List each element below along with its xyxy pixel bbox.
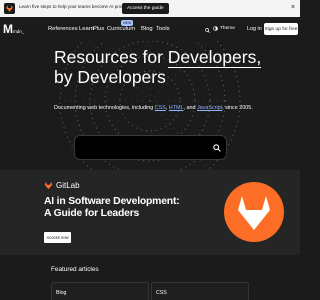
hero-title-prefix: Resources for <box>54 47 168 67</box>
article-card-label: Blog <box>56 290 67 296</box>
access-now-button[interactable]: Access now <box>44 232 71 243</box>
featured-title: Featured articles <box>51 266 99 273</box>
hero-title-line-2: by Developers <box>54 67 166 87</box>
gitlab-tanuki-icon <box>224 182 284 242</box>
nav-item-tools[interactable]: Tools <box>156 26 170 32</box>
logo-text: mdn_ <box>13 29 25 34</box>
gitlab-logo-icon <box>4 3 15 14</box>
article-card-css[interactable]: CSS <box>151 282 249 300</box>
nav-item-learn[interactable]: Learn <box>79 26 94 32</box>
hero-subtitle: Documenting web technologies, including … <box>54 105 253 111</box>
hero-title-line-1: Resources for Developers, <box>54 47 262 68</box>
nav-item-references[interactable]: References <box>48 26 78 32</box>
theme-label: Theme <box>220 26 235 31</box>
nav-item-blog[interactable]: Blog <box>141 26 153 32</box>
hero-subtitle-prefix: Documenting web technologies, including <box>54 105 155 111</box>
nav-item-curriculum[interactable]: Curriculum <box>107 26 135 32</box>
ad-title-line-1: AI in Software Development: <box>44 196 180 207</box>
featured-articles-section: Featured articles Blog CSS <box>0 255 300 300</box>
promo-banner: Learn five steps to help your teams beco… <box>0 0 300 17</box>
theme-icon <box>213 26 218 31</box>
new-badge: NEW <box>121 20 134 26</box>
hero-section: Resources for Developers, by Developers … <box>0 41 300 170</box>
hero-search-input[interactable] <box>74 135 227 160</box>
css-link[interactable]: CSS <box>155 105 166 111</box>
article-card-blog[interactable]: Blog <box>51 282 149 300</box>
signup-button[interactable]: Sign up for free <box>264 23 298 35</box>
access-guide-button[interactable]: Access the guide <box>122 3 169 14</box>
search-icon[interactable] <box>205 28 210 33</box>
mdn-logo[interactable]: M mdn_ <box>3 22 24 36</box>
gitlab-ad[interactable]: GitLab AI in Software Development: A Gui… <box>0 170 300 255</box>
hero-subtitle-sep-2: , and <box>183 105 197 111</box>
article-card-label: CSS <box>156 290 167 296</box>
html-link[interactable]: HTML <box>169 105 184 111</box>
nav-item-plus[interactable]: Plus <box>93 26 104 32</box>
close-icon[interactable]: × <box>291 4 295 12</box>
login-link[interactable]: Log in <box>247 26 262 32</box>
search-icon[interactable] <box>213 144 221 152</box>
javascript-link[interactable]: JavaScript <box>197 105 222 111</box>
hero-title: Resources for Developers, by Developers <box>54 47 262 87</box>
logo-mark: M <box>3 22 13 36</box>
theme-switcher[interactable]: Theme <box>213 26 235 31</box>
ad-title-line-2: A Guide for Leaders <box>44 208 140 219</box>
hero-subtitle-suffix: , since 2005. <box>222 105 253 111</box>
gitlab-logo-icon <box>44 181 53 190</box>
top-navigation: M mdn_ References Learn Plus Curriculum … <box>0 17 300 41</box>
gitlab-brand: GitLab <box>44 181 80 190</box>
hero-title-developers: Developers, <box>167 47 262 68</box>
gitlab-name: GitLab <box>56 181 80 190</box>
ad-title: AI in Software Development: A Guide for … <box>44 196 180 220</box>
